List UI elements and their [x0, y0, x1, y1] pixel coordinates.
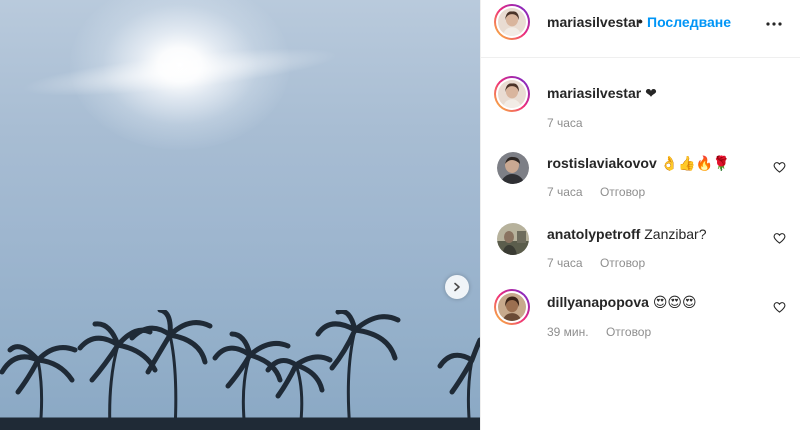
comment-body: rostislaviakovov 👌👍🔥🌹	[547, 154, 730, 173]
caption-comment: mariasilvestar ❤ 7 часа	[481, 74, 800, 134]
header-separator: •	[638, 13, 643, 29]
chevron-right-icon	[454, 282, 460, 292]
post-header: mariasilvestar • Последване	[481, 0, 800, 58]
comment-username[interactable]: anatolypetroff	[547, 226, 640, 242]
comment-meta: 7 часа Отговор	[547, 256, 659, 270]
next-photo-button[interactable]	[445, 275, 469, 299]
commenter-avatar-image	[497, 152, 529, 184]
author-avatar[interactable]	[494, 4, 530, 40]
reply-button[interactable]: Отговор	[600, 185, 645, 199]
commenter-avatar[interactable]	[497, 223, 529, 255]
comment-username[interactable]: rostislaviakovov	[547, 155, 657, 171]
comment-item: rostislaviakovov 👌👍🔥🌹 7 часа Отговор	[481, 150, 800, 210]
author-username[interactable]: mariasilvestar	[547, 14, 641, 30]
comment-time[interactable]: 7 часа	[547, 116, 583, 130]
comment-text: 😍😍😍	[652, 295, 697, 311]
follow-button[interactable]: Последване	[647, 14, 731, 30]
comment-meta: 39 мин. Отговор	[547, 325, 665, 339]
author-avatar-image	[498, 8, 526, 36]
commenter-avatar[interactable]	[497, 152, 529, 184]
comment-username[interactable]: mariasilvestar	[547, 85, 641, 101]
commenter-avatar[interactable]	[494, 289, 530, 325]
reply-button[interactable]: Отговор	[606, 325, 651, 339]
comment-time[interactable]: 7 часа	[547, 256, 583, 270]
more-options-icon[interactable]	[764, 14, 784, 34]
comment-item: anatolypetroff Zanzibar? 7 часа Отговор	[481, 221, 800, 281]
heart-icon[interactable]	[773, 232, 786, 245]
comment-username[interactable]: dillyanapopova	[547, 294, 649, 310]
post-photo[interactable]	[0, 0, 480, 430]
comment-meta: 7 часа Отговор	[547, 185, 659, 199]
comment-text: Zanzibar?	[644, 226, 707, 242]
commenter-avatar-image	[498, 80, 526, 108]
comment-time[interactable]: 39 мин.	[547, 325, 589, 339]
commenter-avatar-image	[498, 293, 526, 321]
comments-pane: mariasilvestar • Последване mariasilvest…	[481, 0, 800, 430]
comment-text: ❤	[645, 86, 657, 102]
comment-item: dillyanapopova 😍😍😍 39 мин. Отговор	[481, 289, 800, 349]
heart-icon[interactable]	[773, 161, 786, 174]
reply-button[interactable]: Отговор	[600, 256, 645, 270]
comment-text: 👌👍🔥🌹	[660, 156, 731, 172]
comment-time[interactable]: 7 часа	[547, 185, 583, 199]
comment-body: dillyanapopova 😍😍😍	[547, 293, 697, 312]
commenter-avatar[interactable]	[494, 76, 530, 112]
heart-icon[interactable]	[773, 301, 786, 314]
comment-meta: 7 часа	[547, 116, 597, 130]
commenter-avatar-image	[497, 223, 529, 255]
palm-trees	[0, 310, 480, 430]
comment-body: anatolypetroff Zanzibar?	[547, 225, 707, 243]
comment-body: mariasilvestar ❤	[547, 84, 657, 103]
